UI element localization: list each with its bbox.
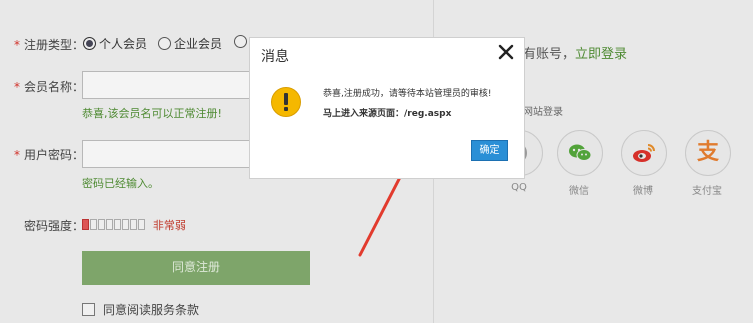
dialog-title: 消息 bbox=[261, 49, 289, 65]
dialog-message-line1: 恭喜,注册成功，请等待本站管理员的审核! bbox=[323, 89, 492, 99]
confirm-button[interactable]: 确定 bbox=[471, 140, 508, 161]
warning-icon bbox=[271, 87, 301, 117]
close-icon[interactable] bbox=[496, 42, 516, 62]
registration-page: * 注册类型： 个人会员 企业会员 * 会员名称： 恭喜,该会员名可以正常注册! *… bbox=[0, 0, 753, 323]
message-dialog: 消息 恭喜,注册成功，请等待本站管理员的审核! 马上进入来源页面：/reg.as… bbox=[249, 37, 525, 179]
dialog-message-line2: 马上进入来源页面：/reg.aspx bbox=[323, 109, 452, 119]
